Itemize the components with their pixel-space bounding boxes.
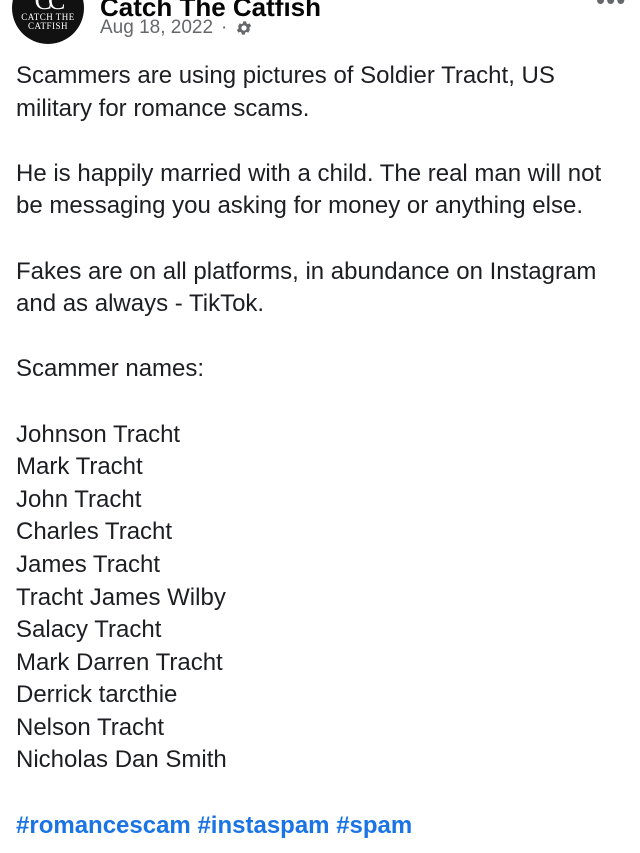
meta-separator: · bbox=[221, 17, 228, 38]
list-item: Johnson Tracht bbox=[16, 420, 181, 448]
hashtag-row: #romancescam #instaspam #spam bbox=[16, 810, 628, 843]
list-item: Derrick tarcthie bbox=[16, 681, 178, 709]
post-date-link[interactable]: Aug 18, 2022 bbox=[100, 17, 213, 39]
list-item: Tracht James Wilby bbox=[16, 583, 226, 611]
more-options-icon[interactable]: ••• bbox=[596, 0, 626, 13]
list-item: James Tracht bbox=[16, 550, 161, 578]
gear-icon[interactable] bbox=[235, 19, 253, 37]
scammer-names-list: Johnson Tracht Mark Tracht John Tracht C… bbox=[16, 419, 628, 778]
list-item: Charles Tracht bbox=[16, 518, 173, 546]
list-item: Mark Darren Tracht bbox=[16, 648, 223, 676]
post-meta: Aug 18, 2022 · bbox=[100, 16, 253, 40]
post-paragraph-3: Fakes are on all platforms, in abundance… bbox=[16, 257, 597, 318]
page-avatar[interactable]: CC CATCH THE CATFISH bbox=[12, 0, 84, 44]
names-heading: Scammer names: bbox=[16, 355, 205, 383]
post-paragraph-1: Scammers are using pictures of Soldier T… bbox=[16, 62, 555, 122]
hashtag-link[interactable]: #instaspam bbox=[197, 812, 329, 839]
hashtag-link[interactable]: #romancescam bbox=[16, 812, 191, 839]
list-item: Nicholas Dan Smith bbox=[16, 746, 227, 774]
post-header: CC CATCH THE CATFISH Catch The Catfish A… bbox=[0, 0, 640, 52]
post-paragraph-2: He is happily married with a child. The … bbox=[16, 159, 602, 220]
list-item: Mark Tracht bbox=[16, 453, 143, 481]
list-item: Nelson Tracht bbox=[16, 713, 165, 741]
list-item: Salacy Tracht bbox=[16, 616, 162, 644]
list-item: John Tracht bbox=[16, 485, 142, 513]
post-text: Scammers are using pictures of Soldier T… bbox=[16, 60, 628, 842]
facebook-post: CC CATCH THE CATFISH Catch The Catfish A… bbox=[0, 0, 640, 853]
avatar-logo-text: CATCH THE CATFISH bbox=[21, 12, 75, 31]
hashtag-link[interactable]: #spam bbox=[336, 812, 412, 839]
